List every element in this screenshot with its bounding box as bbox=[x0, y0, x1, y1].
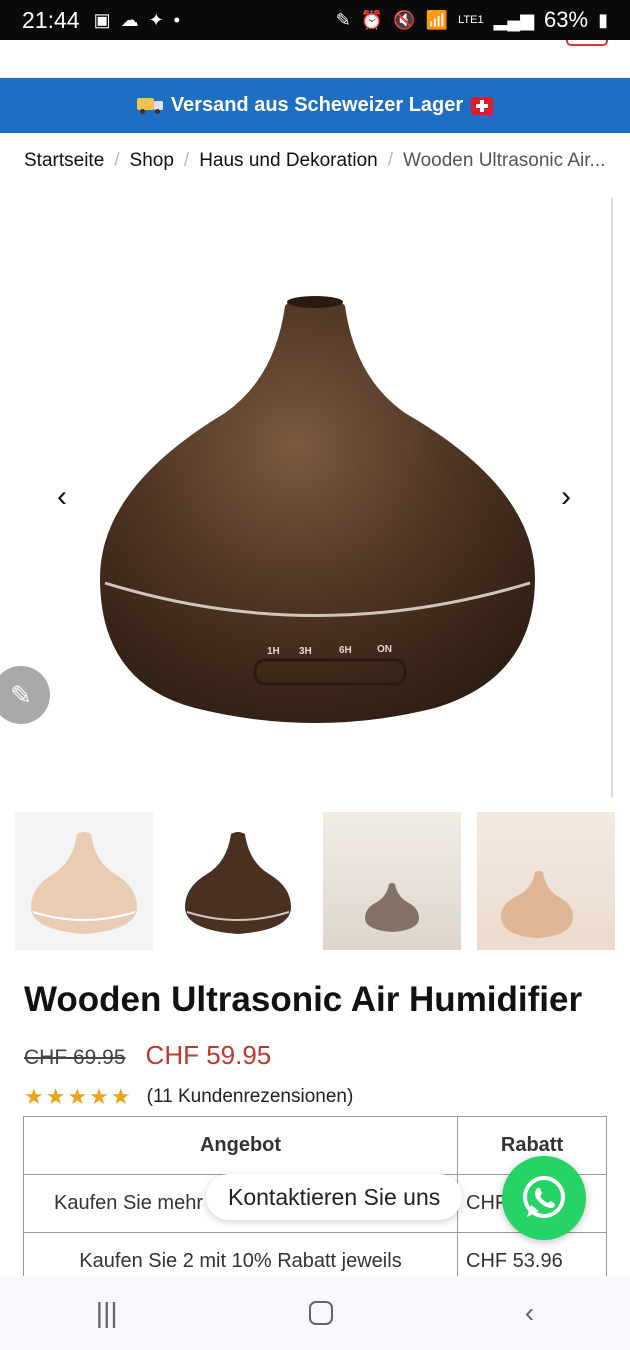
thumbnail-dark-wood[interactable] bbox=[169, 812, 307, 950]
breadcrumb-separator: / bbox=[114, 150, 120, 171]
column-header-offer: Angebot bbox=[23, 1116, 458, 1175]
product-gallery[interactable]: 1H 3H 6H ON ‹ › bbox=[15, 198, 613, 798]
product-title: Wooden Ultrasonic Air Humidifier bbox=[24, 980, 583, 1019]
chevron-left-icon[interactable]: ‹ bbox=[47, 480, 77, 513]
signal-icon: ▂▄▆ bbox=[493, 9, 535, 30]
sale-price: CHF 59.95 bbox=[145, 1040, 272, 1070]
breadcrumb-current: Wooden Ultrasonic Air... bbox=[402, 150, 606, 171]
whatsapp-button[interactable] bbox=[502, 1156, 586, 1240]
recent-apps-icon[interactable]: ||| bbox=[96, 1297, 118, 1329]
thumbnail-lifestyle-2[interactable] bbox=[477, 812, 615, 950]
sparkle-icon: ✦ bbox=[148, 9, 164, 30]
wifi-icon: 📶 bbox=[425, 9, 449, 30]
mute-icon: 🔇 bbox=[393, 9, 416, 30]
status-bar: 21:44 ▣ ☁ ✦ • ✎ ⏰ 🔇 📶 LTE1 ▂▄▆ 63% ▮ bbox=[0, 0, 630, 40]
breadcrumb-home[interactable]: Startseite bbox=[24, 150, 104, 172]
breadcrumb-separator: / bbox=[183, 150, 190, 171]
network-label: LTE1 bbox=[458, 14, 484, 26]
cart-button[interactable] bbox=[566, 40, 608, 46]
price-block: CHF 69.95 CHF 59.95 bbox=[24, 1040, 271, 1071]
site-header bbox=[0, 40, 630, 78]
pen-icon: ✎ bbox=[335, 9, 351, 30]
swiss-flag-icon bbox=[471, 96, 494, 115]
battery-level: 63% bbox=[544, 7, 589, 32]
home-icon[interactable] bbox=[309, 1301, 334, 1325]
status-time: 21:44 bbox=[22, 6, 80, 33]
banner-text: Versand aus Scheweizer Lager bbox=[170, 94, 464, 116]
lifestyle-image-2 bbox=[501, 871, 573, 938]
timer-label-on: ON bbox=[377, 644, 392, 655]
thumbnail-lifestyle-1[interactable] bbox=[323, 812, 461, 950]
cloud-icon: ☁ bbox=[120, 9, 139, 30]
back-icon[interactable]: ‹ bbox=[525, 1297, 534, 1329]
alarm-icon: ⏰ bbox=[360, 9, 384, 30]
truck-icon bbox=[136, 97, 163, 114]
gallery-icon: ▣ bbox=[93, 9, 111, 30]
rating-row: ★★★★★ (11 Kundenrezensionen) bbox=[24, 1084, 353, 1110]
reviews-link[interactable]: (11 Kundenrezensionen) bbox=[147, 1086, 354, 1108]
android-nav-bar: ||| ‹ bbox=[0, 1276, 630, 1350]
chevron-right-icon[interactable]: › bbox=[551, 480, 581, 513]
dot-icon: • bbox=[173, 9, 180, 30]
pencil-icon: ✎ bbox=[10, 679, 32, 710]
whatsapp-icon bbox=[523, 1176, 565, 1218]
battery-icon: ▮ bbox=[598, 9, 608, 30]
light-humidifier-image bbox=[31, 832, 137, 934]
lifestyle-image bbox=[365, 883, 419, 932]
contact-us-button[interactable]: Kontaktieren Sie uns bbox=[206, 1174, 463, 1220]
breadcrumb: Startseite / Shop / Haus und Dekoration … bbox=[24, 150, 614, 172]
old-price: CHF 69.95 bbox=[24, 1046, 126, 1069]
timer-label-6h: 6H bbox=[339, 645, 352, 656]
product-main-image: 1H 3H 6H ON bbox=[100, 296, 535, 723]
breadcrumb-category[interactable]: Haus und Dekoration bbox=[199, 150, 378, 172]
thumbnail-light-wood[interactable] bbox=[15, 812, 153, 950]
timer-label-3h: 3H bbox=[299, 646, 312, 657]
star-rating-icon: ★★★★★ bbox=[24, 1084, 133, 1109]
timer-label-1h: 1H bbox=[267, 646, 280, 657]
shipping-banner: Versand aus Scheweizer Lager bbox=[0, 78, 630, 133]
dark-humidifier-image bbox=[185, 832, 291, 934]
thumbnail-strip bbox=[15, 812, 615, 952]
contact-label: Kontaktieren Sie uns bbox=[228, 1183, 441, 1210]
breadcrumb-separator: / bbox=[387, 150, 393, 171]
breadcrumb-shop[interactable]: Shop bbox=[130, 150, 174, 172]
